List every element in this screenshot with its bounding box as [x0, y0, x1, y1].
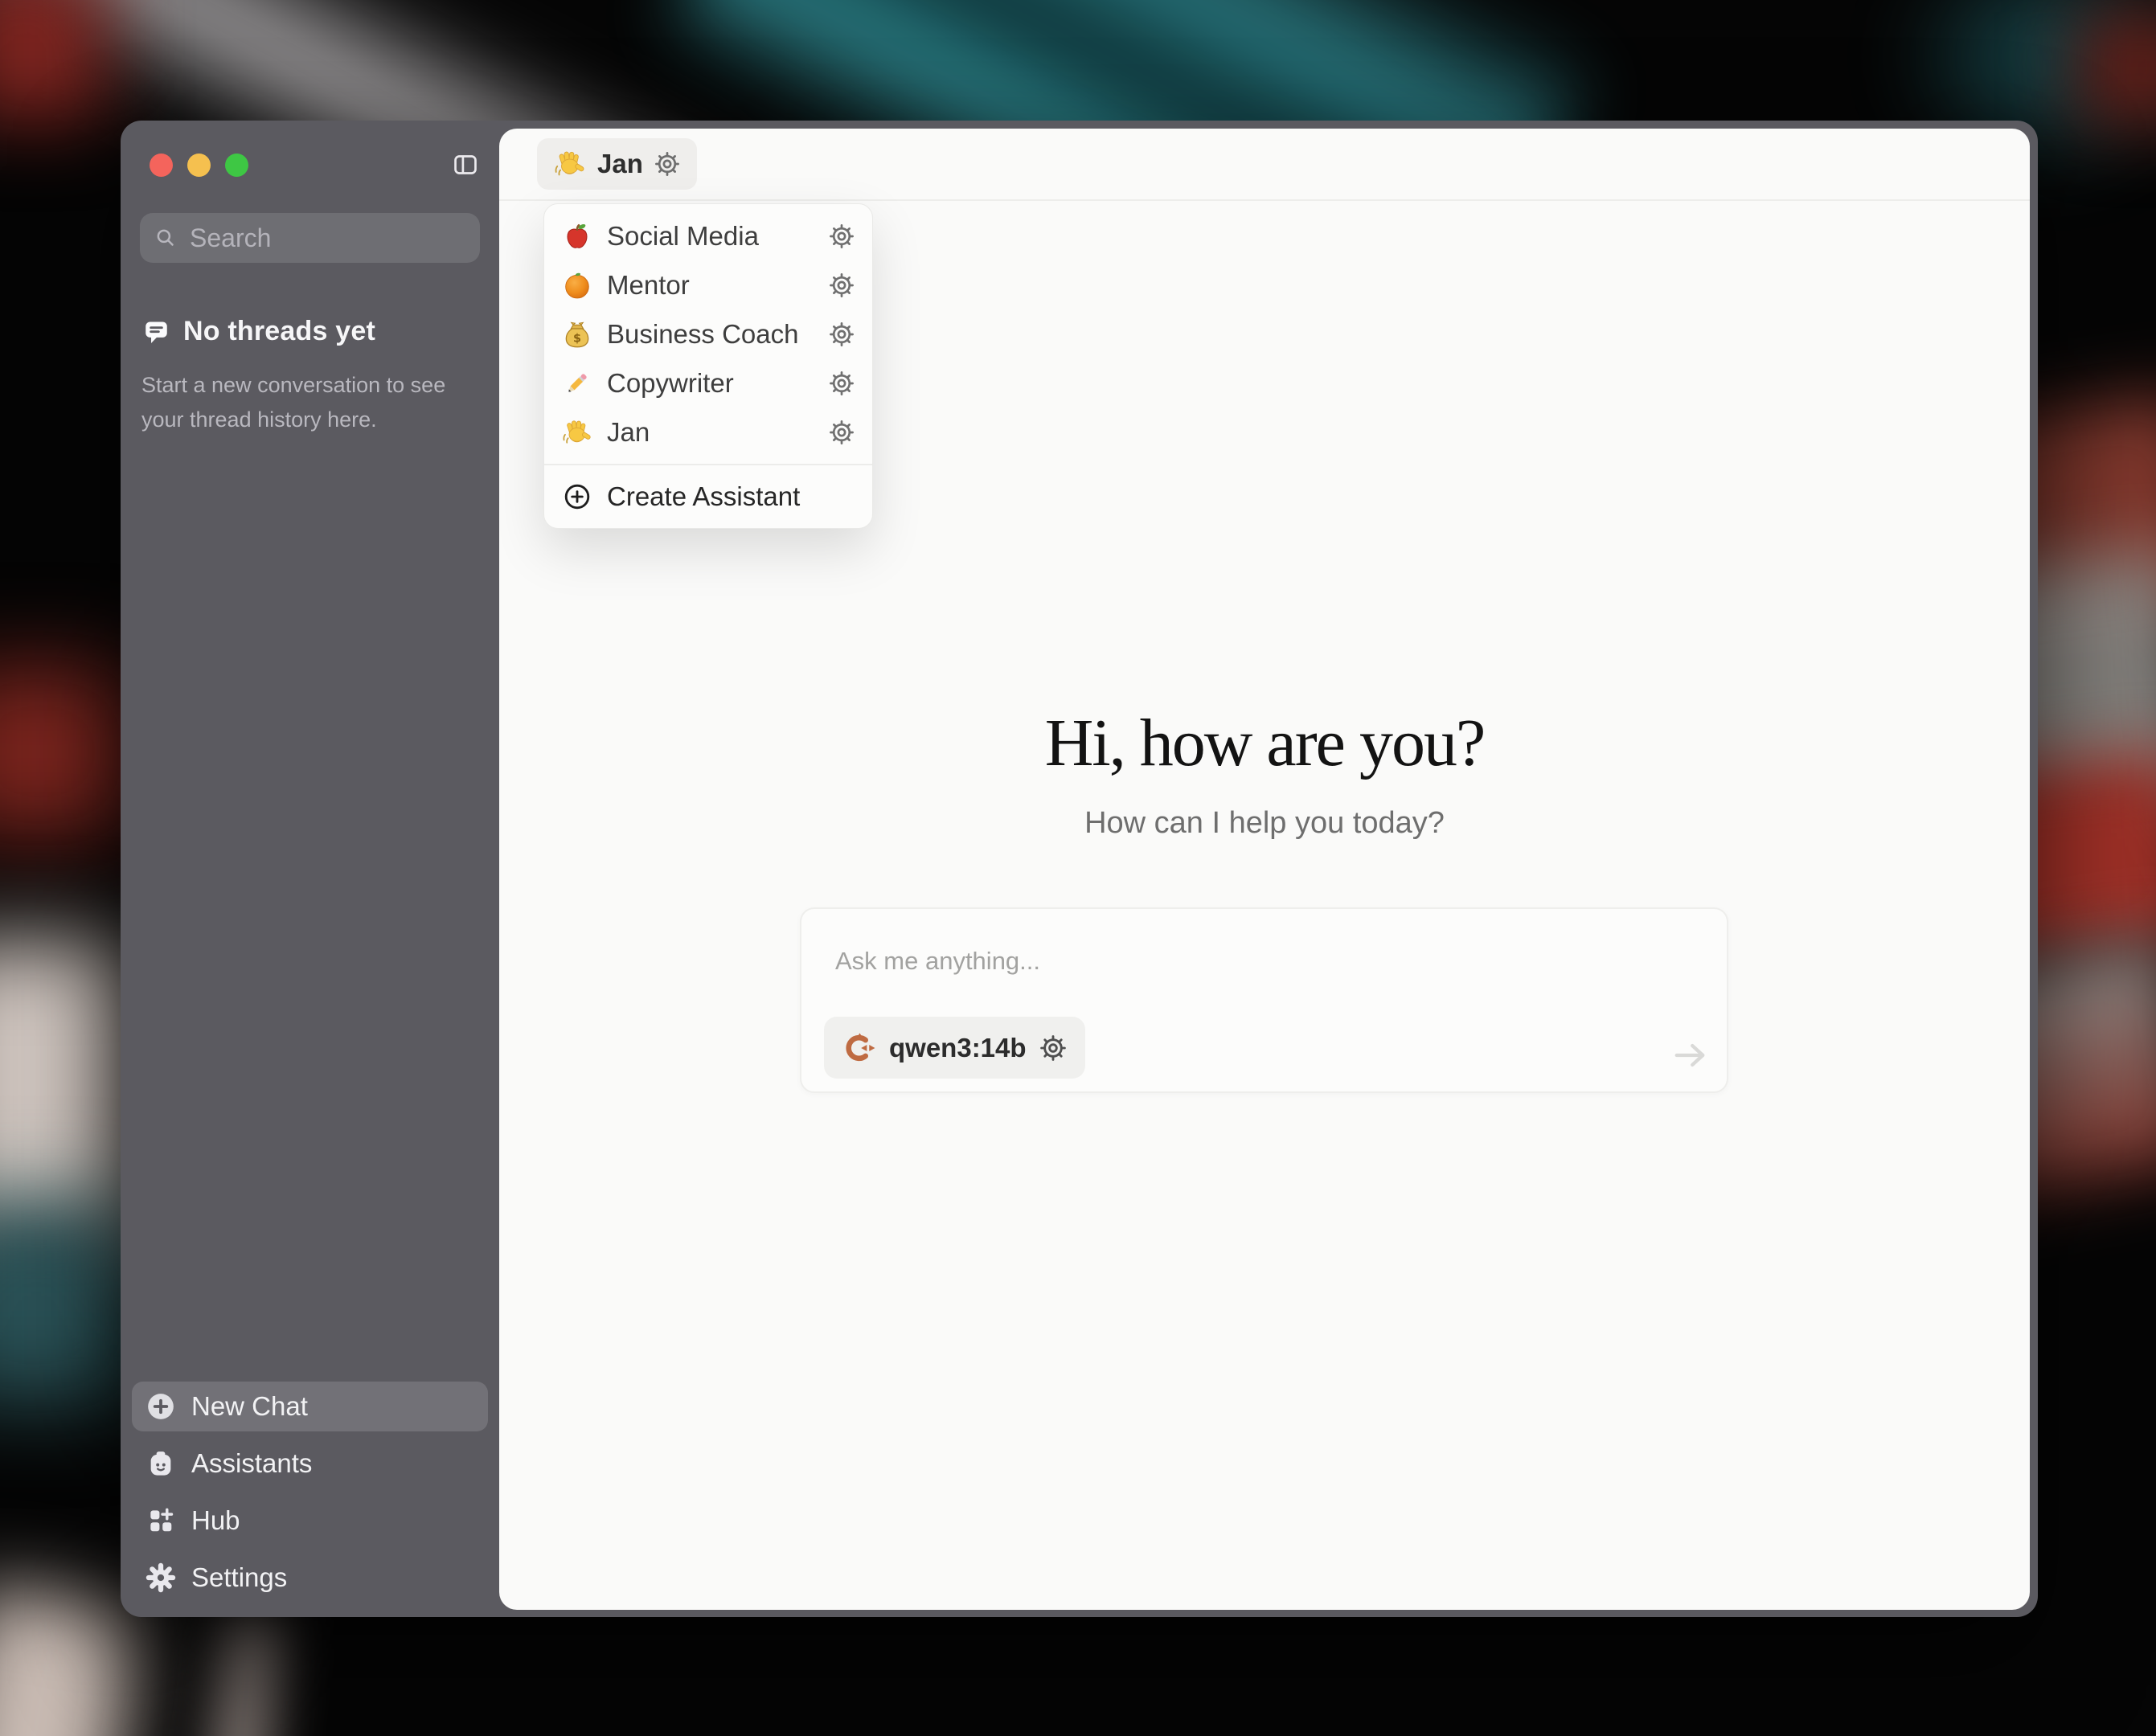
assistant-item-mentor[interactable]: Mentor: [544, 260, 872, 309]
assistant-settings-button[interactable]: [828, 321, 855, 348]
window-controls: [140, 153, 480, 177]
gear-icon: [1039, 1034, 1068, 1062]
sidebar-item-label: Settings: [191, 1562, 287, 1593]
jan-app-window: No threads yet Start a new conversation …: [121, 121, 2038, 1617]
search-input[interactable]: [188, 223, 466, 254]
empty-state-title: No threads yet: [183, 316, 375, 347]
pencil-icon: [561, 367, 593, 399]
plus-circle-icon: [563, 482, 592, 511]
gear-icon: [146, 1562, 176, 1593]
waving-hand-icon: [561, 416, 593, 448]
sidebar-toggle-icon: [452, 151, 479, 178]
wallpaper-red-left: [0, 667, 137, 836]
grid-plus-icon: [146, 1505, 176, 1536]
threads-empty-state: No threads yet Start a new conversation …: [140, 316, 480, 437]
gear-icon: [828, 272, 855, 299]
assistant-settings-button[interactable]: [828, 223, 855, 250]
send-message-button[interactable]: [1669, 1034, 1711, 1076]
message-composer: qwen3:14b: [800, 907, 1728, 1093]
create-assistant-button[interactable]: Create Assistant: [544, 465, 872, 528]
assistant-item-label: Social Media: [607, 221, 814, 252]
gear-icon: [828, 370, 855, 397]
message-input[interactable]: [834, 946, 1625, 976]
money-bag-icon: [561, 318, 593, 350]
topbar: Jan: [499, 129, 2030, 201]
assistant-menu-list: Social Media Mentor Business Coach: [544, 204, 872, 464]
plus-circle-icon: [146, 1391, 176, 1422]
assistant-settings-button[interactable]: [828, 419, 855, 446]
assistant-selector-button[interactable]: Jan: [537, 138, 697, 190]
assistant-item-label: Business Coach: [607, 319, 814, 350]
assistant-item-label: Copywriter: [607, 368, 814, 399]
assistant-item-label: Jan: [607, 417, 814, 448]
assistants-bot-icon: [146, 1448, 176, 1479]
assistant-name: Jan: [597, 149, 643, 179]
llama-cpp-logo-icon: [842, 1030, 877, 1066]
assistant-settings-button[interactable]: [828, 272, 855, 299]
sidebar-spacer: [140, 437, 480, 1382]
wallpaper-red-top-left: [0, 0, 105, 121]
welcome-hero: Hi, how are you? How can I help you toda…: [499, 704, 2030, 841]
assistant-item-label: Mentor: [607, 270, 814, 301]
empty-state-description: Start a new conversation to see your thr…: [141, 368, 478, 437]
minimize-window-button[interactable]: [187, 154, 211, 177]
gear-icon: [828, 321, 855, 348]
sidebar-item-label: Assistants: [191, 1448, 312, 1479]
empty-desc-line2: your thread history here.: [141, 407, 377, 432]
sidebar-item-label: Hub: [191, 1505, 240, 1536]
sidebar: No threads yet Start a new conversation …: [121, 121, 499, 1617]
sidebar-item-label: New Chat: [191, 1391, 308, 1422]
gear-icon[interactable]: [654, 150, 681, 178]
waving-hand-icon: [553, 147, 587, 181]
sidebar-toggle-button[interactable]: [451, 151, 480, 178]
search-icon: [154, 226, 178, 250]
arrow-right-icon: [1669, 1034, 1711, 1076]
model-name: qwen3:14b: [889, 1033, 1027, 1063]
assistant-item-business-coach[interactable]: Business Coach: [544, 309, 872, 358]
sidebar-item-assistants[interactable]: Assistants: [132, 1439, 488, 1488]
sidebar-item-hub[interactable]: Hub: [132, 1496, 488, 1546]
assistant-dropdown-menu: Social Media Mentor Business Coach: [543, 203, 873, 529]
apple-icon: [561, 220, 593, 252]
sidebar-nav: New Chat Assistants Hub Settings: [132, 1382, 488, 1603]
close-window-button[interactable]: [150, 154, 173, 177]
assistant-settings-button[interactable]: [828, 370, 855, 397]
main-panel: Jan Social Media Mentor: [499, 129, 2030, 1610]
assistant-item-copywriter[interactable]: Copywriter: [544, 358, 872, 407]
hero-title: Hi, how are you?: [499, 704, 2030, 782]
create-assistant-label: Create Assistant: [607, 481, 800, 512]
hero-subtitle: How can I help you today?: [499, 806, 2030, 841]
assistant-item-jan[interactable]: Jan: [544, 407, 872, 457]
wallpaper-teal-left: [0, 1202, 137, 1402]
model-selector-button[interactable]: qwen3:14b: [824, 1017, 1085, 1079]
zoom-window-button[interactable]: [225, 154, 248, 177]
sidebar-item-settings[interactable]: Settings: [132, 1553, 488, 1603]
tangerine-icon: [561, 269, 593, 301]
wallpaper-red-top-right: [2078, 12, 2156, 125]
empty-desc-line1: Start a new conversation to see: [141, 373, 445, 397]
sidebar-item-new-chat[interactable]: New Chat: [132, 1382, 488, 1431]
gear-icon: [828, 419, 855, 446]
gear-icon: [828, 223, 855, 250]
model-settings-button[interactable]: [1039, 1034, 1068, 1062]
assistant-item-social-media[interactable]: Social Media: [544, 211, 872, 260]
wallpaper-streak-bottom: [202, 1609, 285, 1736]
thread-search: [140, 213, 480, 263]
chat-bubble-icon: [141, 317, 171, 346]
